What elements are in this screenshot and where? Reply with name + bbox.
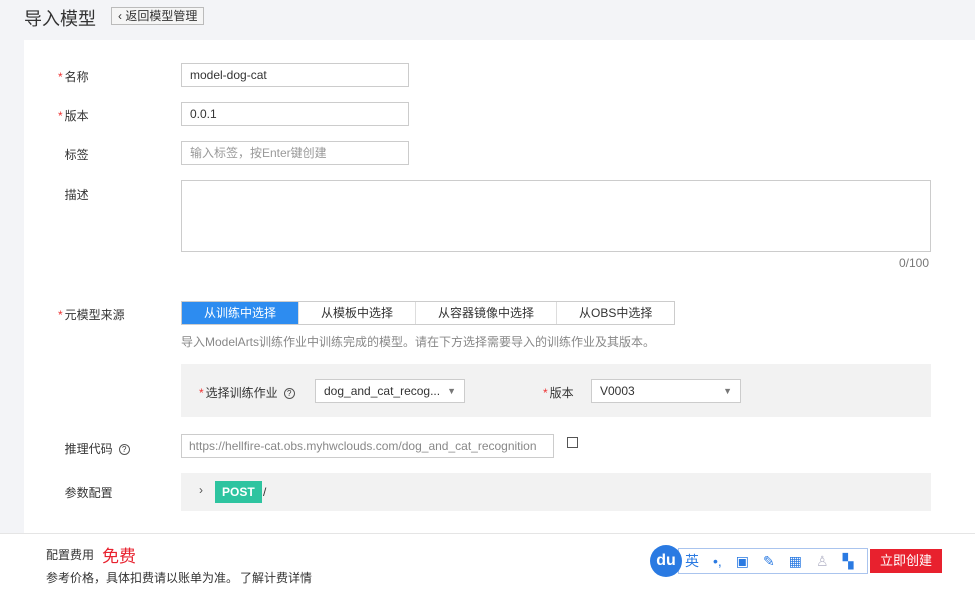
version-label: * 版本: [58, 109, 89, 123]
caret-down-icon: ▼: [723, 386, 732, 396]
method-badge: POST: [215, 481, 262, 503]
source-hint: 导入ModelArts训练作业中训练完成的模型。请在下方选择需要导入的训练作业及…: [181, 335, 656, 349]
tags-input[interactable]: 输入标签，按Enter键创建: [181, 141, 409, 165]
training-panel: * 选择训练作业? dog_and_cat_recog... ▼ * 版本 V0003…: [181, 364, 931, 417]
tab-training[interactable]: 从训练中选择: [182, 302, 300, 324]
code-label: 推理代码?: [58, 440, 130, 457]
params-label: 参数配置: [64, 486, 113, 500]
pricing-link[interactable]: 了解计费详情: [240, 569, 312, 586]
back-button[interactable]: ‹ 返回模型管理: [111, 7, 205, 25]
form-card: * 名称 model-dog-cat * 版本 0.0.1 标签 输入标签，按Ent…: [24, 40, 975, 540]
fee-label: 配置费用: [46, 548, 95, 562]
name-label: * 名称: [58, 70, 89, 84]
pen-icon[interactable]: ✎: [763, 553, 775, 570]
caret-down-icon: ▼: [447, 386, 456, 396]
tags-label: 标签: [64, 148, 89, 162]
ime-punct[interactable]: •,: [713, 553, 722, 569]
ime-toolbar: du 英 •, ▣ ✎ ▦ ♙ ▚ 立即创建: [650, 545, 943, 577]
toolbox-icon[interactable]: ▣: [736, 553, 749, 570]
api-path: /: [263, 485, 267, 499]
code-url-input[interactable]: https://hellfire-cat.obs.myhwclouds.com/…: [181, 434, 554, 458]
ver-label: * 版本: [543, 386, 574, 400]
create-button[interactable]: 立即创建: [870, 549, 943, 573]
tab-template[interactable]: 从模板中选择: [299, 302, 417, 324]
ver-select[interactable]: V0003 ▼: [591, 379, 741, 403]
api-row[interactable]: › POST /: [181, 473, 931, 511]
help-icon[interactable]: ?: [118, 444, 130, 456]
copy-icon[interactable]: [567, 437, 578, 448]
version-input[interactable]: 0.0.1: [181, 102, 409, 126]
fee-value: 免费: [102, 547, 136, 566]
ime-lang[interactable]: 英: [685, 551, 699, 571]
desc-textarea[interactable]: [181, 180, 931, 252]
tab-container[interactable]: 从容器镜像中选择: [416, 302, 558, 324]
help-icon[interactable]: ?: [283, 388, 295, 400]
keyboard-icon[interactable]: ▦: [789, 553, 802, 570]
desc-label: 描述: [64, 188, 89, 202]
user-icon[interactable]: ♙: [816, 553, 829, 570]
chevron-right-icon[interactable]: ›: [199, 483, 203, 497]
back-label: 返回模型管理: [125, 9, 198, 23]
source-tabs: 从训练中选择 从模板中选择 从容器镜像中选择 从OBS中选择: [181, 301, 676, 325]
name-input[interactable]: model-dog-cat: [181, 63, 409, 87]
job-select[interactable]: dog_and_cat_recog... ▼: [315, 379, 465, 403]
grid-icon[interactable]: ▚: [843, 553, 854, 570]
fee-note: 参考价格，具体扣费请以账单为准。: [46, 571, 239, 585]
tab-obs[interactable]: 从OBS中选择: [557, 302, 674, 324]
job-label: * 选择训练作业?: [199, 384, 295, 401]
source-label: * 元模型来源: [58, 308, 125, 322]
ime-logo[interactable]: du: [650, 545, 682, 577]
desc-counter: 0/100: [899, 256, 930, 270]
page-title: 导入模型: [24, 9, 96, 29]
